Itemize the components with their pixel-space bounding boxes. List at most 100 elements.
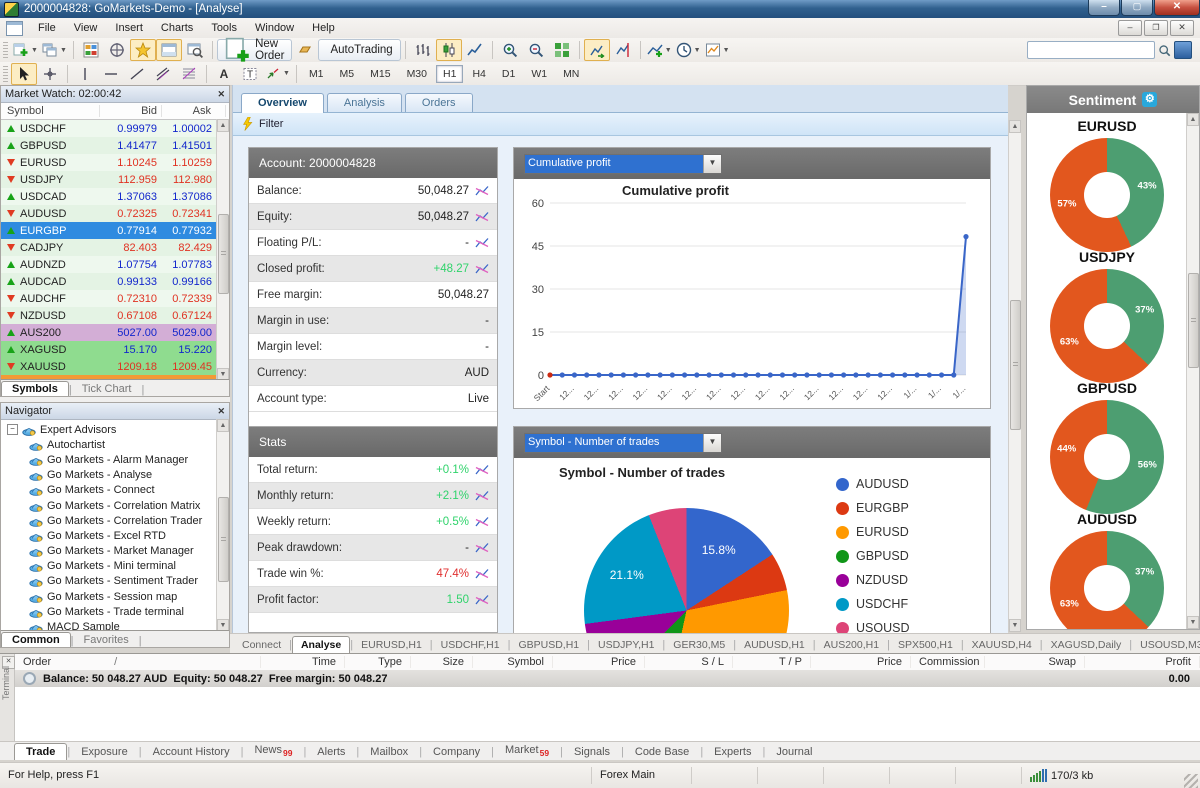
terminal-column-order[interactable]: Order /	[15, 656, 261, 668]
chart-tab-gbpusd-h1[interactable]: GBPUSD,H1	[510, 637, 587, 653]
menu-charts[interactable]: Charts	[152, 20, 202, 36]
terminal-tab-exposure[interactable]: Exposure	[70, 744, 138, 760]
chart-tab-connect[interactable]: Connect	[234, 637, 289, 653]
mini-chart-icon[interactable]	[475, 516, 489, 528]
navigator-item[interactable]: Go Markets - Excel RTD	[1, 528, 229, 543]
dropdown-caret-icon[interactable]: ▼	[665, 47, 672, 54]
navigator-item[interactable]: Autochartist	[1, 437, 229, 452]
candlesticks-button[interactable]	[436, 39, 462, 61]
mini-chart-icon[interactable]	[475, 185, 489, 197]
menu-insert[interactable]: Insert	[106, 20, 152, 36]
timeframe-m15[interactable]: M15	[363, 65, 397, 83]
mini-chart-icon[interactable]	[475, 568, 489, 580]
mini-chart-icon[interactable]	[475, 464, 489, 476]
scroll-up-icon[interactable]	[1187, 113, 1199, 126]
terminal-column-symbol[interactable]: Symbol	[473, 656, 553, 668]
child-close-button[interactable]	[1170, 20, 1194, 36]
market-watch-row[interactable]: EURUSD1.102451.10259	[1, 154, 229, 171]
chart-tab-usdjpy-h1[interactable]: USDJPY,H1	[590, 637, 662, 653]
account-row[interactable]: Margin in use:-	[249, 308, 497, 334]
dropdown-caret-icon[interactable]: ▼	[694, 47, 701, 54]
account-row[interactable]: Margin level:-	[249, 334, 497, 360]
market-watch-row[interactable]: USDCAD1.370631.37086	[1, 188, 229, 205]
mini-chart-icon[interactable]	[475, 263, 489, 275]
timeframe-mn[interactable]: MN	[556, 65, 586, 83]
navigator-item[interactable]: Go Markets - Correlation Trader	[1, 513, 229, 528]
arrows-button[interactable]: ▼	[263, 63, 292, 85]
terminal-tab-alerts[interactable]: Alerts	[306, 744, 356, 760]
market-watch-row[interactable]: NZDUSD0.671080.67124	[1, 307, 229, 324]
terminal-column-type[interactable]: Type	[345, 656, 411, 668]
profit-metric-dropdown[interactable]: Cumulative profit	[524, 154, 722, 174]
mini-chart-icon[interactable]	[475, 211, 489, 223]
mini-chart-icon[interactable]	[475, 237, 489, 249]
navigator-tab-common[interactable]: Common	[1, 632, 71, 647]
scroll-down-icon[interactable]	[1187, 616, 1199, 629]
mini-chart-icon[interactable]	[475, 263, 489, 275]
search-icon[interactable]	[1158, 44, 1171, 57]
market-watch-row[interactable]: XAUUSD1209.181209.45	[1, 358, 229, 375]
timeframe-m5[interactable]: M5	[333, 65, 362, 83]
dropdown-caret-icon[interactable]: ▼	[723, 47, 730, 54]
chart-tab-eurusd-h1[interactable]: EURUSD,H1	[353, 637, 430, 653]
market-watch-row[interactable]: AUDNZD1.077541.07783	[1, 256, 229, 273]
cursor-button[interactable]	[11, 63, 37, 85]
child-minimize-button[interactable]	[1118, 20, 1142, 36]
fibonacci-button[interactable]	[176, 63, 202, 85]
terminal-column-t-p[interactable]: T / P	[733, 656, 811, 668]
terminal-tab-signals[interactable]: Signals	[563, 744, 621, 760]
market-watch-button[interactable]	[78, 39, 104, 61]
account-row[interactable]: Floating P/L:-	[249, 230, 497, 256]
timeframe-d1[interactable]: D1	[495, 65, 522, 83]
navigator-tab-favorites[interactable]: Favorites	[74, 633, 139, 647]
stats-row[interactable]: Trade win %:47.4%	[249, 561, 497, 587]
terminal-tab-journal[interactable]: Journal	[765, 744, 823, 760]
navigator-item[interactable]: Go Markets - Sentiment Trader	[1, 574, 229, 589]
timeframe-h1[interactable]: H1	[436, 65, 463, 83]
scroll-thumb[interactable]	[1188, 273, 1199, 368]
terminal-tab-trade[interactable]: Trade	[14, 743, 67, 760]
market-watch-row[interactable]: USDJPY112.959112.980	[1, 171, 229, 188]
zoom-in-button[interactable]	[497, 39, 523, 61]
scroll-up-icon[interactable]	[1009, 120, 1021, 133]
mini-chart-icon[interactable]	[475, 568, 489, 580]
account-row[interactable]: Equity:50,048.27	[249, 204, 497, 230]
market-watch-row[interactable]: EURGBP0.779140.77932	[1, 222, 229, 239]
terminal-column-time[interactable]: Time	[261, 656, 345, 668]
mini-chart-icon[interactable]	[475, 211, 489, 223]
scroll-thumb[interactable]	[218, 214, 229, 294]
market-watch-scrollbar[interactable]	[216, 119, 229, 381]
chart-tab-usdchf-h1[interactable]: USDCHF,H1	[433, 637, 508, 653]
autotrading-button[interactable]: AutoTrading	[318, 39, 400, 61]
tab-analysis[interactable]: Analysis	[327, 93, 402, 112]
data-window-button[interactable]	[104, 39, 130, 61]
mini-chart-icon[interactable]	[475, 237, 489, 249]
chart-tab-xauusd-h4[interactable]: XAUUSD,H4	[964, 637, 1040, 653]
market-watch-row[interactable]: AUS2005027.005029.00	[1, 324, 229, 341]
account-row[interactable]: Account type:Live	[249, 386, 497, 412]
dropdown-caret-icon[interactable]: ▼	[31, 47, 38, 54]
close-button[interactable]	[1154, 0, 1200, 16]
zoom-out-button[interactable]	[523, 39, 549, 61]
minimize-button[interactable]	[1088, 0, 1120, 16]
market-watch-tab-symbols[interactable]: Symbols	[1, 381, 69, 396]
scroll-thumb[interactable]	[1010, 300, 1021, 430]
navigator-item[interactable]: Go Markets - Analyse	[1, 468, 229, 483]
profiles-button[interactable]: ▼	[40, 39, 69, 61]
market-watch-row[interactable]: AUDCAD0.991330.99166	[1, 273, 229, 290]
navigator-scrollbar[interactable]	[216, 419, 229, 632]
stats-row[interactable]: Total return:+0.1%	[249, 457, 497, 483]
child-restore-button[interactable]	[1144, 20, 1168, 36]
terminal-tab-market[interactable]: Market59	[494, 742, 560, 760]
terminal-balance-row[interactable]: Balance: 50 048.27 AUD Equity: 50 048.27…	[15, 670, 1200, 687]
templates-button[interactable]: ▼	[703, 39, 732, 61]
market-watch-row[interactable]: XAGUSD15.17015.220	[1, 341, 229, 358]
tile-windows-button[interactable]	[549, 39, 575, 61]
mini-chart-icon[interactable]	[475, 516, 489, 528]
mini-chart-icon[interactable]	[475, 490, 489, 502]
mini-chart-icon[interactable]	[475, 542, 489, 554]
crosshair-button[interactable]	[37, 63, 63, 85]
text-button[interactable]: A	[211, 63, 237, 85]
column-ask[interactable]: Ask	[162, 105, 226, 117]
stats-row[interactable]: Weekly return:+0.5%	[249, 509, 497, 535]
